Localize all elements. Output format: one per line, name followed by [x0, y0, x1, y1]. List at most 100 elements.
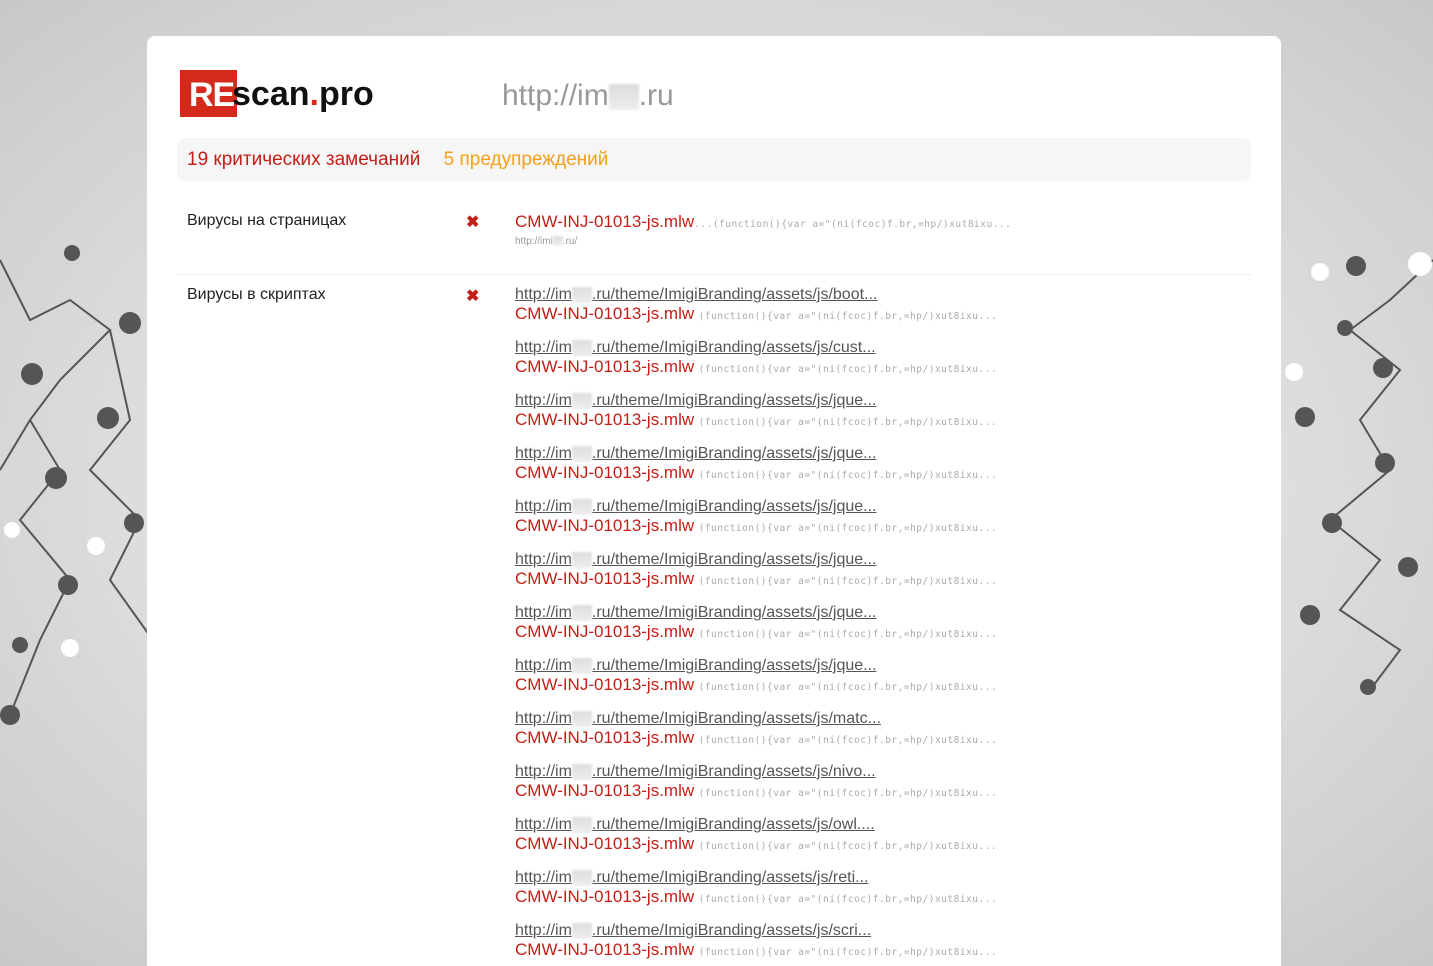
url-suffix: .ru/	[562, 236, 578, 247]
url-prefix: http://im	[515, 869, 572, 886]
script-url-link[interactable]: http://im .ru/theme/ImigiBranding/assets/…	[515, 498, 997, 516]
redacted-block	[571, 392, 592, 409]
virus-signature: CMW-INJ-01013-js.mlw	[515, 622, 695, 641]
script-entry: http://im .ru/theme/ImigiBranding/assets/…	[515, 869, 997, 922]
script-entry: http://im .ru/theme/ImigiBranding/assets/…	[515, 339, 997, 392]
code-snippet: (function(){var a="(ni(fcoc)f.br,=hp/)xu…	[698, 894, 998, 905]
redacted-block	[552, 236, 563, 247]
redacted-block	[571, 551, 592, 568]
virus-signature: CMW-INJ-01013-js.mlw	[515, 410, 695, 429]
url-prefix: http://im	[515, 339, 572, 356]
code-snippet: ...(function(){var a="(ni(fcoc)f.br,=hp/…	[694, 219, 1012, 230]
code-snippet: (function(){var a="(ni(fcoc)f.br,=hp/)xu…	[698, 841, 998, 852]
error-x-icon: ✖	[466, 214, 480, 231]
script-entry: http://im .ru/theme/ImigiBranding/assets/…	[515, 286, 997, 339]
url-path: .ru/theme/ImigiBranding/assets/js/owl...…	[591, 816, 875, 833]
script-url-link[interactable]: http://im .ru/theme/ImigiBranding/assets/…	[515, 816, 997, 834]
script-url-link[interactable]: http://im .ru/theme/ImigiBranding/assets/…	[515, 392, 997, 410]
section-title: Вирусы на страницах	[187, 212, 347, 229]
code-snippet: (function(){var a="(ni(fcoc)f.br,=hp/)xu…	[698, 576, 998, 587]
url-path: .ru/theme/ImigiBranding/assets/js/jque..…	[591, 392, 877, 409]
url-prefix: http://imi	[515, 236, 553, 247]
script-url-link[interactable]: http://im .ru/theme/ImigiBranding/assets/…	[515, 657, 997, 675]
virus-signature: CMW-INJ-01013-js.mlw	[515, 357, 695, 376]
script-entries-list: http://im .ru/theme/ImigiBranding/assets/…	[515, 286, 997, 966]
script-url-link[interactable]: http://im .ru/theme/ImigiBranding/assets/…	[515, 339, 997, 357]
url-path: .ru/theme/ImigiBranding/assets/js/matc..…	[591, 710, 881, 727]
redacted-block	[571, 604, 592, 621]
script-entry: http://im .ru/theme/ImigiBranding/assets/…	[515, 392, 997, 445]
virus-signature: CMW-INJ-01013-js.mlw	[515, 516, 695, 535]
url-path: .ru/theme/ImigiBranding/assets/js/scri..…	[591, 922, 872, 939]
url-path: .ru/theme/ImigiBranding/assets/js/boot..…	[591, 286, 878, 303]
code-snippet: (function(){var a="(ni(fcoc)f.br,=hp/)xu…	[698, 470, 998, 481]
virus-signature: CMW-INJ-01013-js.mlw	[515, 887, 695, 906]
url-prefix: http://im	[515, 551, 572, 568]
url-path: .ru/theme/ImigiBranding/assets/js/jque..…	[591, 551, 877, 568]
url-path: .ru/theme/ImigiBranding/assets/js/cust..…	[591, 339, 876, 356]
script-entry: http://im .ru/theme/ImigiBranding/assets/…	[515, 710, 997, 763]
script-url-link[interactable]: http://im .ru/theme/ImigiBranding/assets/…	[515, 551, 997, 569]
url-path: .ru/theme/ImigiBranding/assets/js/nivo..…	[591, 763, 876, 780]
logo-dot: .	[309, 75, 319, 113]
page-url[interactable]: http://imi .ru/	[515, 236, 1011, 247]
logo-re: RE	[180, 70, 237, 117]
url-prefix: http://im	[515, 445, 572, 462]
url-prefix: http://im	[515, 498, 572, 515]
code-snippet: (function(){var a="(ni(fcoc)f.br,=hp/)xu…	[698, 947, 998, 958]
virus-signature: CMW-INJ-01013-js.mlw	[515, 940, 695, 959]
url-path: .ru/theme/ImigiBranding/assets/js/jque..…	[591, 498, 877, 515]
script-url-link[interactable]: http://im .ru/theme/ImigiBranding/assets/…	[515, 869, 997, 887]
redacted-block	[571, 710, 592, 727]
summary-bar: 19 критических замечаний 5 предупреждени…	[177, 138, 1251, 181]
code-snippet: (function(){var a="(ni(fcoc)f.br,=hp/)xu…	[698, 788, 998, 799]
redacted-block	[571, 445, 592, 462]
code-snippet: (function(){var a="(ni(fcoc)f.br,=hp/)xu…	[698, 629, 998, 640]
warning-count[interactable]: 5 предупреждений	[444, 149, 609, 170]
logo-scan: scan	[232, 75, 310, 113]
url-prefix: http://im	[515, 657, 572, 674]
script-entry: http://im .ru/theme/ImigiBranding/assets/…	[515, 498, 997, 551]
redacted-block	[571, 816, 592, 833]
script-url-link[interactable]: http://im .ru/theme/ImigiBranding/assets/…	[515, 922, 997, 940]
redacted-block	[571, 657, 592, 674]
redacted-block	[571, 869, 592, 886]
url-prefix: http://im	[515, 286, 572, 303]
script-entry: http://im .ru/theme/ImigiBranding/assets/…	[515, 604, 997, 657]
url-prefix: http://im	[515, 763, 572, 780]
script-url-link[interactable]: http://im .ru/theme/ImigiBranding/assets/…	[515, 604, 997, 622]
site-prefix: http://im	[502, 79, 609, 112]
script-entry: http://im .ru/theme/ImigiBranding/assets/…	[515, 657, 997, 710]
url-prefix: http://im	[515, 710, 572, 727]
code-snippet: (function(){var a="(ni(fcoc)f.br,=hp/)xu…	[698, 311, 998, 322]
redacted-block	[571, 763, 592, 780]
script-url-link[interactable]: http://im .ru/theme/ImigiBranding/assets/…	[515, 445, 997, 463]
code-snippet: (function(){var a="(ni(fcoc)f.br,=hp/)xu…	[698, 735, 998, 746]
critical-count[interactable]: 19 критических замечаний	[187, 149, 420, 170]
script-entry: http://im .ru/theme/ImigiBranding/assets/…	[515, 922, 997, 966]
code-snippet: (function(){var a="(ni(fcoc)f.br,=hp/)xu…	[698, 523, 998, 534]
virus-signature: CMW-INJ-01013-js.mlw	[515, 675, 695, 694]
site-suffix: .ru	[638, 79, 674, 112]
error-x-icon: ✖	[466, 288, 480, 305]
url-prefix: http://im	[515, 922, 572, 939]
script-entry: http://im .ru/theme/ImigiBranding/assets/…	[515, 445, 997, 498]
virus-signature: CMW-INJ-01013-js.mlw	[515, 304, 695, 323]
redacted-block	[608, 84, 639, 111]
section-divider	[177, 274, 1251, 275]
virus-signature: CMW-INJ-01013-js.mlw	[515, 834, 695, 853]
script-url-link[interactable]: http://im .ru/theme/ImigiBranding/assets/…	[515, 710, 997, 728]
rescan-logo[interactable]: RE scan.pro	[180, 70, 374, 117]
report-card: RE scan.pro http://im .ru 19 критических …	[147, 36, 1281, 966]
code-snippet: (function(){var a="(ni(fcoc)f.br,=hp/)xu…	[698, 682, 998, 693]
script-url-link[interactable]: http://im .ru/theme/ImigiBranding/assets/…	[515, 763, 997, 781]
code-snippet: (function(){var a="(ni(fcoc)f.br,=hp/)xu…	[698, 364, 998, 375]
url-path: .ru/theme/ImigiBranding/assets/js/reti..…	[591, 869, 869, 886]
url-path: .ru/theme/ImigiBranding/assets/js/jque..…	[591, 657, 877, 674]
virus-signature: CMW-INJ-01013-js.mlw	[515, 569, 695, 588]
script-url-link[interactable]: http://im .ru/theme/ImigiBranding/assets/…	[515, 286, 997, 304]
section-title: Вирусы в скриптах	[187, 286, 326, 303]
virus-signature: CMW-INJ-01013-js.mlw	[515, 781, 695, 800]
url-prefix: http://im	[515, 816, 572, 833]
logo-pro: pro	[318, 75, 374, 113]
